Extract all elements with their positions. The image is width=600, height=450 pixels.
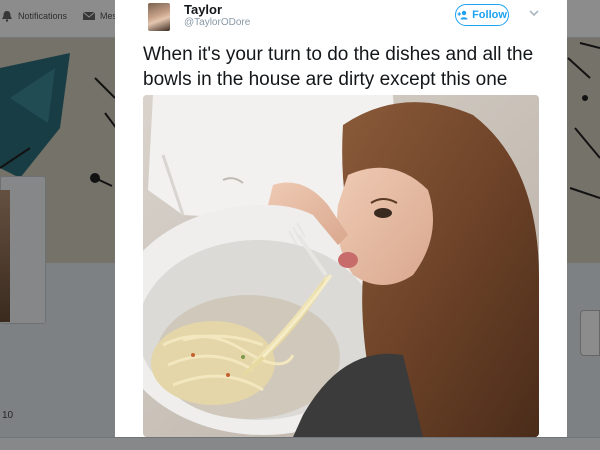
tweet-photo[interactable] [143, 95, 539, 437]
tweet-modal: Taylor @TaylorODore Follow When it's you… [115, 0, 567, 437]
author-handle[interactable]: @TaylorODore [184, 17, 250, 28]
follow-label: Follow [472, 9, 507, 21]
avatar[interactable] [148, 3, 170, 31]
author-display-name[interactable]: Taylor [184, 2, 222, 17]
tweet-text: When it's your turn to do the dishes and… [143, 44, 534, 90]
add-user-icon [457, 10, 468, 20]
follow-button[interactable]: Follow [455, 4, 509, 26]
tweet-header: Taylor @TaylorODore Follow [115, 0, 567, 36]
photo-illustration [143, 95, 539, 437]
chevron-down-icon[interactable] [527, 6, 541, 20]
